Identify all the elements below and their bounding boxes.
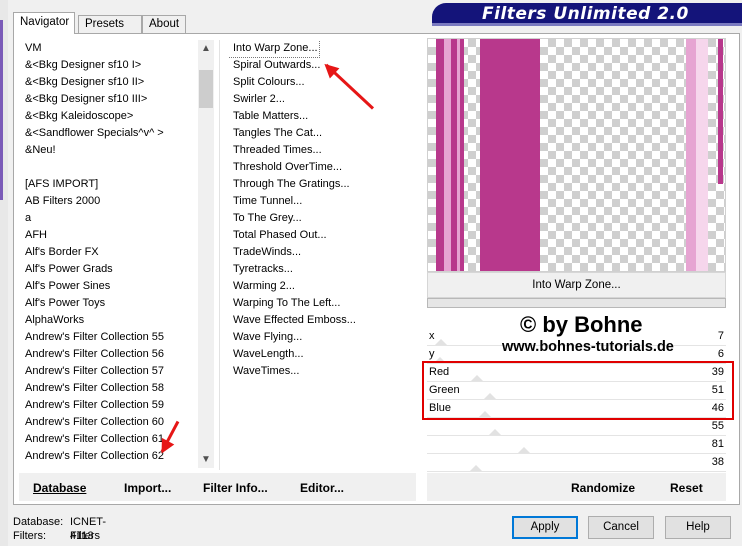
column-divider: [219, 40, 220, 470]
category-item[interactable]: &<Bkg Kaleidoscope>: [19, 108, 197, 125]
slider-value: 38: [711, 456, 724, 468]
category-item[interactable]: &<Sandflower Specials^v^ >: [19, 125, 197, 142]
header-title: Filters Unlimited 2.0: [482, 4, 689, 24]
slider-value: 55: [711, 420, 724, 432]
footer-info: Database: ICNET-Filters Filters: 4113: [13, 515, 133, 543]
preview-stripe: [460, 39, 464, 271]
filter-item[interactable]: Warming 2...: [229, 278, 419, 295]
category-item[interactable]: [19, 159, 197, 176]
tab-about[interactable]: About: [142, 15, 186, 34]
selected-filter-name: Into Warp Zone...: [427, 272, 726, 298]
category-item[interactable]: VM: [19, 40, 197, 57]
category-item[interactable]: Andrew's Filter Collection 55: [19, 329, 197, 346]
progress-bar: [427, 298, 726, 308]
filter-item[interactable]: Tangles The Cat...: [229, 125, 419, 142]
category-item[interactable]: Alf's Power Grads: [19, 261, 197, 278]
filter-item[interactable]: Tyretracks...: [229, 261, 419, 278]
bottom-toolbar-right: Randomize Reset: [427, 473, 726, 501]
slider-label: x: [429, 330, 435, 342]
slider-row[interactable]: 38: [427, 454, 726, 472]
filter-item[interactable]: Into Warp Zone...: [229, 40, 320, 58]
category-item[interactable]: Andrew's Filter Collection 58: [19, 380, 197, 397]
database-button[interactable]: Database: [33, 481, 86, 495]
slider-value: 81: [711, 438, 724, 450]
filter-list[interactable]: Into Warp Zone... Spiral Outwards... Split…: [229, 40, 419, 468]
help-button[interactable]: Help: [665, 516, 731, 539]
filter-item[interactable]: Wave Flying...: [229, 329, 419, 346]
category-item[interactable]: &<Bkg Designer sf10 I>: [19, 57, 197, 74]
left-edge-accent: [0, 20, 3, 200]
category-item[interactable]: Andrew's Filter Collection 59: [19, 397, 197, 414]
category-item[interactable]: Andrew's Filter Collection 57: [19, 363, 197, 380]
preview-stripe: [444, 39, 451, 271]
slider-row[interactable]: 81: [427, 436, 726, 454]
watermark-copyright: © by Bohne: [520, 312, 643, 337]
category-item[interactable]: Alf's Border FX: [19, 244, 197, 261]
reset-button[interactable]: Reset: [670, 481, 703, 495]
category-scrollbar[interactable]: ▲ ▼: [198, 40, 214, 468]
preview-image: [427, 38, 726, 272]
filter-item[interactable]: Wave Effected Emboss...: [229, 312, 419, 329]
category-item[interactable]: &<Bkg Designer sf10 II>: [19, 74, 197, 91]
preview-stripe: [436, 39, 444, 271]
category-item[interactable]: Alf's Power Toys: [19, 295, 197, 312]
filter-item[interactable]: Total Phased Out...: [229, 227, 419, 244]
preview-stripe: [696, 39, 708, 271]
scroll-up-icon[interactable]: ▲: [198, 40, 214, 57]
filter-item[interactable]: Split Colours...: [229, 74, 419, 91]
filter-item[interactable]: Table Matters...: [229, 108, 419, 125]
slider-thumb-icon[interactable]: [518, 447, 531, 453]
import-button[interactable]: Import...: [124, 481, 171, 495]
tab-presets[interactable]: Presets: [78, 15, 142, 34]
highlight-rgb-box: [422, 361, 734, 420]
watermark-url: www.bohnes-tutorials.de: [502, 339, 674, 355]
filter-item[interactable]: WaveLength...: [229, 346, 419, 363]
slider-thumb-icon[interactable]: [488, 429, 501, 435]
slider-thumb-icon[interactable]: [434, 339, 447, 345]
scroll-down-icon[interactable]: ▼: [198, 451, 214, 468]
category-item[interactable]: &<Bkg Designer sf10 III>: [19, 91, 197, 108]
category-item[interactable]: Alf's Power Sines: [19, 278, 197, 295]
filters-label: Filters:: [13, 530, 46, 542]
randomize-button[interactable]: Randomize: [571, 481, 635, 495]
filter-item[interactable]: Warping To The Left...: [229, 295, 419, 312]
slider-value: 7: [717, 330, 724, 342]
bottom-toolbar-left: Database Import... Filter Info... Editor…: [19, 473, 416, 501]
filter-info-button[interactable]: Filter Info...: [203, 481, 268, 495]
editor-button[interactable]: Editor...: [300, 481, 344, 495]
filter-item[interactable]: Time Tunnel...: [229, 193, 419, 210]
header-banner: Filters Unlimited 2.0: [432, 3, 742, 26]
filter-item[interactable]: TradeWinds...: [229, 244, 419, 261]
preview-stripe: [718, 39, 723, 184]
window-left-edge: [0, 0, 8, 546]
apply-button[interactable]: Apply: [512, 516, 578, 539]
filter-item[interactable]: WaveTimes...: [229, 363, 419, 380]
preview-stripe: [480, 39, 540, 271]
filter-item[interactable]: To The Grey...: [229, 210, 419, 227]
preview-stripe: [686, 39, 696, 271]
tab-navigator[interactable]: Navigator: [13, 12, 75, 34]
category-item[interactable]: AB Filters 2000: [19, 193, 197, 210]
slider-row[interactable]: 55: [427, 418, 726, 436]
category-item[interactable]: Andrew's Filter Collection 60: [19, 414, 197, 431]
filters-count: 4113: [70, 530, 94, 542]
filter-item[interactable]: Through The Gratings...: [229, 176, 419, 193]
category-item[interactable]: AFH: [19, 227, 197, 244]
filter-item[interactable]: Threshold OverTime...: [229, 159, 419, 176]
category-item[interactable]: AlphaWorks: [19, 312, 197, 329]
slider-value: 6: [717, 348, 724, 360]
slider-thumb-icon[interactable]: [469, 465, 482, 471]
category-item[interactable]: &Neu!: [19, 142, 197, 159]
category-item[interactable]: a: [19, 210, 197, 227]
category-list[interactable]: VM &<Bkg Designer sf10 I> &<Bkg Designer s…: [19, 40, 197, 468]
scroll-thumb[interactable]: [199, 70, 213, 108]
category-item[interactable]: [AFS IMPORT]: [19, 176, 197, 193]
category-item[interactable]: Andrew's Filter Collection 56: [19, 346, 197, 363]
filter-item[interactable]: Threaded Times...: [229, 142, 419, 159]
database-label: Database:: [13, 516, 64, 528]
filter-item[interactable]: Swirler 2...: [229, 91, 419, 108]
cancel-button[interactable]: Cancel: [588, 516, 654, 539]
